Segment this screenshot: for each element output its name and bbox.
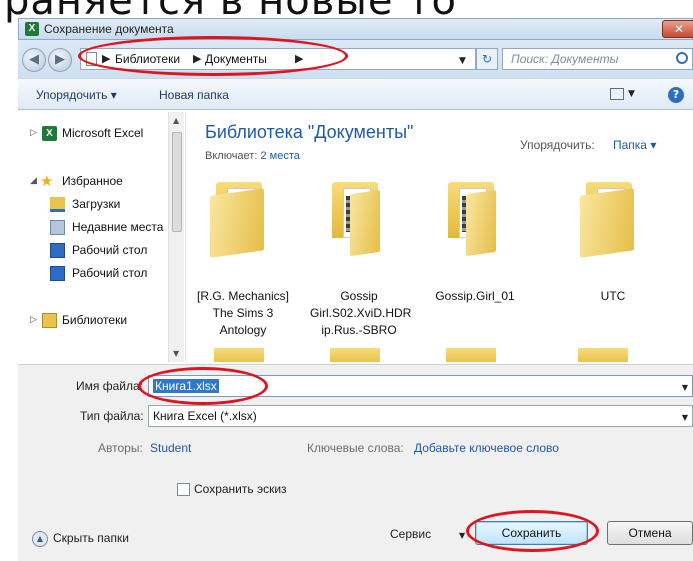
folder-front	[350, 189, 380, 257]
title-bar: X Сохранение документа ✕	[18, 18, 693, 40]
file-name-label: Имя файла:	[76, 379, 143, 393]
new-folder-button[interactable]: Новая папка	[159, 88, 229, 102]
library-icon	[42, 313, 57, 328]
expand-arrow-icon[interactable]: ▷	[30, 314, 37, 325]
hide-folders-button[interactable]: Скрыть папки	[53, 531, 129, 545]
refresh-button[interactable]: ↻	[476, 48, 498, 70]
nav-item-desktop[interactable]: Рабочий стол	[18, 241, 176, 261]
breadcrumb-separator-icon[interactable]: ▶	[102, 52, 110, 65]
breadcrumb-documents[interactable]: Документы	[205, 52, 267, 66]
folder-name: Gossip.Girl_01	[435, 289, 515, 303]
breadcrumb-separator-icon[interactable]: ▶	[193, 52, 201, 65]
file-type-dropdown-icon[interactable]: ▼	[682, 413, 688, 422]
folder-item[interactable]: Gossip.Girl_01	[426, 182, 524, 342]
folder-front	[466, 189, 496, 257]
folder-name: Gossip Girl.S02.XviD.HDR ip.Rus.-SBRO	[310, 289, 412, 337]
downloads-icon	[50, 197, 65, 212]
page-icon	[86, 52, 97, 66]
save-thumbnail-checkbox[interactable]	[177, 483, 190, 496]
file-name-input[interactable]: Книга1.xlsx ▼	[148, 375, 693, 397]
forward-button[interactable]: ▶	[48, 48, 72, 72]
library-title: Библиотека "Документы"	[205, 122, 414, 142]
tools-menu-button[interactable]: Сервис	[390, 527, 431, 541]
scroll-down-icon[interactable]: ▼	[173, 349, 179, 358]
file-name-value[interactable]: Книга1.xlsx	[153, 379, 219, 393]
folder-name: UTC	[600, 289, 626, 303]
address-bar: ◀ ▶ ▶ Библиотеки ▶ Документы ▶ ▼ ↻ Поиск…	[18, 40, 693, 78]
desktop-icon	[50, 243, 65, 258]
expand-arrow-icon[interactable]: ▷	[30, 127, 37, 138]
folder-name: [R.G. Mechanics] The Sims 3 Antology	[196, 289, 290, 337]
file-name-dropdown-icon[interactable]: ▼	[682, 383, 688, 392]
file-type-value: Книга Excel (*.xlsx)	[153, 409, 257, 423]
authors-label: Авторы:	[98, 441, 143, 455]
nav-item-recent-places[interactable]: Недавние места	[18, 218, 176, 238]
back-button[interactable]: ◀	[22, 48, 46, 72]
folder-icon[interactable]	[214, 348, 264, 362]
recent-places-icon	[50, 220, 65, 235]
nav-item-label: Избранное	[62, 174, 123, 188]
view-dropdown-icon[interactable]: ▼	[628, 89, 635, 99]
file-list-pane: Библиотека "Документы" Включает: 2 места…	[188, 112, 693, 362]
keywords-label: Ключевые слова:	[307, 441, 404, 455]
folder-item[interactable]: Gossip Girl.S02.XviD.HDR ip.Rus.-SBRO	[310, 182, 412, 342]
cancel-button[interactable]: Отмена	[607, 521, 693, 545]
library-includes: Включает: 2 места	[205, 150, 300, 162]
nav-item-label: Библиотеки	[62, 313, 128, 327]
folder-icon[interactable]	[330, 348, 380, 362]
close-button[interactable]: ✕	[662, 20, 693, 38]
breadcrumb-separator-icon[interactable]: ▶	[295, 52, 303, 65]
window-title: Сохранение документа	[44, 22, 174, 36]
breadcrumb-libraries[interactable]: Библиотеки	[115, 52, 180, 66]
excel-icon: X	[42, 126, 57, 141]
scroll-up-icon[interactable]: ▲	[173, 116, 179, 125]
nav-item-microsoft-excel[interactable]: ▷ X Microsoft Excel	[18, 124, 176, 144]
folder-icon[interactable]	[446, 348, 496, 362]
folder-front	[210, 188, 264, 258]
folder-item[interactable]: [R.G. Mechanics] The Sims 3 Antology	[194, 182, 292, 342]
search-placeholder: Поиск: Документы	[511, 52, 619, 66]
keywords-value[interactable]: Добавьте ключевое слово	[414, 441, 559, 455]
arrange-by-label: Упорядочить:	[520, 138, 595, 152]
folder-item[interactable]: UTC	[564, 182, 662, 342]
nav-item-libraries[interactable]: ▷ Библиотеки	[18, 311, 176, 331]
scroll-thumb[interactable]	[172, 132, 182, 232]
star-icon: ★	[40, 173, 54, 190]
search-input[interactable]: Поиск: Документы	[502, 48, 693, 70]
save-thumbnail-label[interactable]: Сохранить эскиз	[194, 482, 287, 496]
nav-item-label: Рабочий стол	[72, 243, 148, 257]
authors-value[interactable]: Student	[150, 441, 191, 455]
address-dropdown-icon[interactable]: ▼	[459, 56, 466, 66]
folder-front	[580, 188, 634, 258]
tools-dropdown-icon[interactable]: ▼	[459, 531, 465, 540]
hide-folders-icon[interactable]: ▲	[32, 531, 48, 547]
search-icon[interactable]	[676, 52, 688, 64]
address-field[interactable]: ▶ Библиотеки ▶ Документы ▶	[80, 48, 476, 70]
nav-item-label: Загрузки	[72, 197, 121, 211]
navigation-scrollbar[interactable]: ▲ ▼	[168, 112, 184, 362]
save-button[interactable]: Сохранить	[475, 521, 588, 545]
excel-app-icon: X	[25, 22, 39, 36]
help-icon[interactable]: ?	[668, 87, 684, 103]
nav-item-label: Рабочий стол	[72, 266, 148, 280]
save-options-panel: Имя файла: Книга1.xlsx ▼ Тип файла: Книг…	[18, 364, 693, 561]
arrange-by-dropdown[interactable]: Папка ▾	[613, 138, 656, 152]
view-options-icon[interactable]	[610, 88, 624, 100]
file-type-label: Тип файла:	[80, 409, 144, 423]
nav-item-desktop[interactable]: Рабочий стол	[18, 264, 176, 284]
nav-item-label: Недавние места	[72, 220, 164, 234]
includes-label: Включает:	[205, 150, 258, 162]
collapse-arrow-icon[interactable]: ◢	[30, 175, 37, 186]
folder-icon[interactable]	[578, 348, 628, 362]
includes-locations-link[interactable]: 2 места	[260, 150, 299, 162]
nav-item-favorites[interactable]: ◢ ★ Избранное	[18, 172, 176, 192]
desktop-icon	[50, 266, 65, 281]
navigation-pane: ▷ X Microsoft Excel ◢ ★ Избранное Загруз…	[18, 112, 186, 362]
nav-item-label: Microsoft Excel	[62, 126, 144, 140]
command-toolbar: Упорядочить ▾ Новая папка ▼ ?	[18, 78, 693, 110]
file-type-select[interactable]: Книга Excel (*.xlsx) ▼	[148, 405, 693, 427]
organize-button[interactable]: Упорядочить ▾	[36, 88, 117, 102]
nav-item-downloads[interactable]: Загрузки	[18, 195, 176, 215]
